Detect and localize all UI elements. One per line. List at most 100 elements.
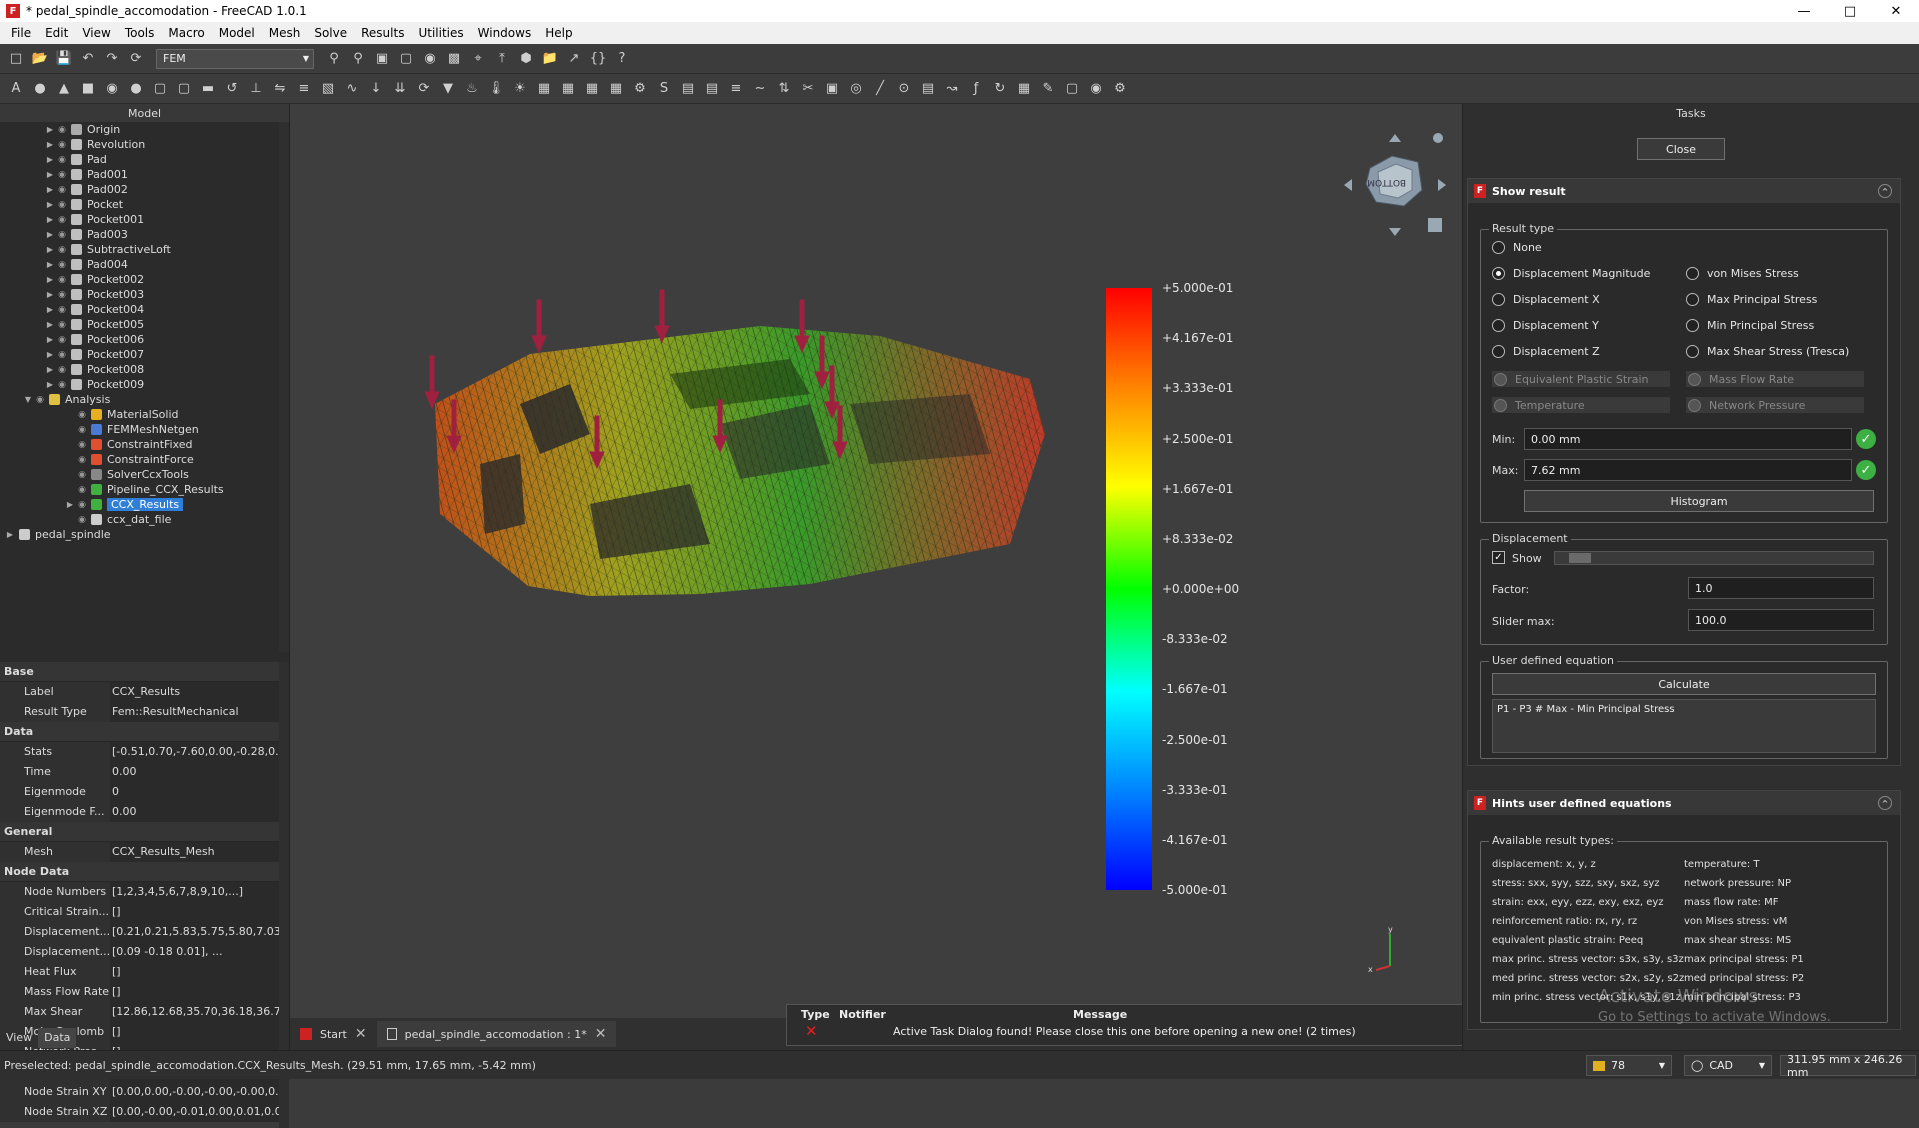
tree-item[interactable]: ▶ ◉ Pocket002 [0, 272, 280, 287]
close-icon[interactable]: ✕ [355, 1026, 367, 1042]
tree-item[interactable]: ▶ ◉ Pocket007 [0, 347, 280, 362]
measure-icon[interactable]: ⌖ [468, 49, 488, 69]
heatflux-icon[interactable]: ♨ [462, 79, 482, 99]
chevron-right-icon[interactable]: ▶ [64, 500, 76, 509]
visibility-icon[interactable]: ◉ [34, 395, 46, 405]
chevron-right-icon[interactable]: ▶ [44, 155, 56, 164]
tie-icon[interactable]: ▧ [318, 79, 338, 99]
property-group[interactable]: General [0, 822, 280, 842]
displacement-constraint-icon[interactable]: ⇋ [270, 79, 290, 99]
tree-item[interactable]: ▶ ◉ Pocket005 [0, 317, 280, 332]
chevron-right-icon[interactable]: ▶ [44, 275, 56, 284]
tree-item[interactable]: ◉ SolverCcxTools [0, 467, 280, 482]
menu-results[interactable]: Results [354, 26, 411, 40]
chevron-right-icon[interactable]: ▶ [4, 530, 16, 539]
property-value[interactable]: [] [110, 1021, 280, 1042]
property-value[interactable]: [0.00,-0.00,-0.01,0.00,0.01,0.0... [110, 1101, 280, 1122]
visibility-icon[interactable]: ◉ [76, 455, 88, 465]
equation-textbox[interactable]: P1 - P3 # Max - Min Principal Stress [1492, 699, 1876, 753]
new-file-icon[interactable]: □ [6, 49, 26, 69]
menu-help[interactable]: Help [538, 26, 579, 40]
tree-item[interactable]: ◉ Pipeline_CCX_Results [0, 482, 280, 497]
result-type-radio[interactable]: Displacement Z [1492, 345, 1600, 358]
chevron-right-icon[interactable]: ▶ [44, 320, 56, 329]
result-type-radio[interactable]: Displacement X [1492, 293, 1600, 306]
post-linearized-icon[interactable]: ▤ [918, 79, 938, 99]
chevron-right-icon[interactable]: ▶ [44, 125, 56, 134]
maximize-button[interactable]: □ [1827, 0, 1873, 22]
visibility-icon[interactable]: ◉ [56, 365, 68, 375]
chevron-right-icon[interactable]: ▶ [44, 215, 56, 224]
property-value[interactable]: 0.00 [110, 801, 280, 822]
refresh-icon[interactable]: ⟳ [126, 49, 146, 69]
tab-start[interactable]: Start ✕ [290, 1021, 377, 1047]
visibility-icon[interactable]: ◉ [56, 125, 68, 135]
group-icon[interactable]: 📁 [540, 49, 560, 69]
tree-item[interactable]: ▶ ◉ Pocket006 [0, 332, 280, 347]
tree-item[interactable]: ▶ ◉ Pocket009 [0, 377, 280, 392]
body-heat-icon[interactable]: ☀ [510, 79, 530, 99]
menu-view[interactable]: View [75, 26, 117, 40]
pressure-icon[interactable]: ⇊ [390, 79, 410, 99]
chevron-right-icon[interactable]: ▶ [44, 365, 56, 374]
fluid-material-icon[interactable]: ◉ [102, 79, 122, 99]
result-type-radio[interactable]: Max Shear Stress (Tresca) [1686, 345, 1849, 358]
visibility-icon[interactable]: ◉ [56, 290, 68, 300]
chevron-right-icon[interactable]: ▶ [44, 260, 56, 269]
result-type-radio[interactable]: Min Principal Stress [1686, 319, 1814, 332]
sync-icon[interactable]: ↻ [990, 79, 1010, 99]
chevron-down-icon[interactable]: ▼ [22, 395, 34, 404]
navigation-style-selector[interactable]: ◯ CAD ▼ [1684, 1055, 1772, 1076]
pedal-part-model[interactable] [435, 326, 1045, 596]
property-row[interactable]: Stats [-0.51,0.70,-7.60,0.00,-0.28,0.... [0, 741, 280, 762]
tree-item[interactable]: ▶ ◉ Pocket003 [0, 287, 280, 302]
slider-handle[interactable] [1569, 553, 1591, 563]
result-type-radio[interactable]: Displacement Y [1492, 319, 1599, 332]
property-row[interactable]: Heat Flux[] [0, 961, 280, 982]
view-isometric-icon[interactable]: ◉ [420, 49, 440, 69]
tree-item[interactable]: ▶ ◉ CCX_Results [0, 497, 280, 512]
property-value[interactable]: [0.09 -0.18 0.01], ... [110, 941, 280, 962]
tree-item[interactable]: ▶ ◉ Pocket [0, 197, 280, 212]
visibility-icon[interactable]: ◉ [56, 185, 68, 195]
chevron-right-icon[interactable]: ▶ [44, 200, 56, 209]
visibility-icon[interactable]: ◉ [76, 500, 88, 510]
post-clip-icon[interactable]: ▣ [822, 79, 842, 99]
property-group[interactable]: Base [0, 662, 280, 682]
visibility-icon[interactable]: ◉ [56, 215, 68, 225]
3d-viewport[interactable]: BOTTOM y x [290, 104, 1462, 1018]
tree-item[interactable]: ▶ ◉ Pad004 [0, 257, 280, 272]
tree-item[interactable]: ▶ ◉ Pad001 [0, 167, 280, 182]
close-window-button[interactable]: ✕ [1873, 0, 1919, 22]
tree-item[interactable]: ▶ ◉ Pad003 [0, 227, 280, 242]
histogram-button[interactable]: Histogram [1524, 490, 1874, 512]
property-value[interactable]: Fem::ResultMechanical [110, 701, 280, 722]
beam-section-icon[interactable]: ▢ [174, 79, 194, 99]
result-type-radio[interactable]: Displacement Magnitude [1492, 267, 1650, 280]
tree-item[interactable]: ◉ MaterialSolid [0, 407, 280, 422]
chevron-right-icon[interactable]: ▶ [44, 335, 56, 344]
temperature-icon[interactable]: 🌡 [486, 79, 506, 99]
property-value[interactable]: 0 [110, 781, 280, 802]
post-pipeline-icon[interactable]: ≡ [726, 79, 746, 99]
results-show-icon[interactable]: ▤ [678, 79, 698, 99]
property-value[interactable]: [] [110, 901, 280, 922]
property-row[interactable]: Displacement... [0.09 -0.18 0.01], ... [0, 941, 280, 962]
results-purge-icon[interactable]: ▤ [702, 79, 722, 99]
menu-model[interactable]: Model [212, 26, 262, 40]
chevron-right-icon[interactable]: ▶ [44, 170, 56, 179]
tree-item[interactable]: ▶ ◉ Pad002 [0, 182, 280, 197]
tab-view[interactable]: View [0, 1028, 38, 1048]
zoom-indicator[interactable]: 78 ▼ [1586, 1055, 1672, 1076]
property-row[interactable]: Max Shear [12.86,12.68,35.70,36.18,36.7..… [0, 1001, 280, 1022]
tab-document[interactable]: pedal_spindle_accomodation : 1* ✕ [376, 1021, 617, 1047]
solver-run-icon[interactable]: S [654, 79, 674, 99]
tree-item[interactable]: ◉ FEMMeshNetgen [0, 422, 280, 437]
analysis-icon[interactable]: ● [30, 79, 50, 99]
tree-item[interactable]: ▶ ◉ Pocket004 [0, 302, 280, 317]
property-value[interactable]: [] [110, 961, 280, 982]
text-icon[interactable]: A [6, 79, 26, 99]
post-contours-icon[interactable]: ◎ [846, 79, 866, 99]
factor-spinbox[interactable]: 1.0 [1688, 577, 1874, 599]
minimize-button[interactable]: — [1781, 0, 1827, 22]
